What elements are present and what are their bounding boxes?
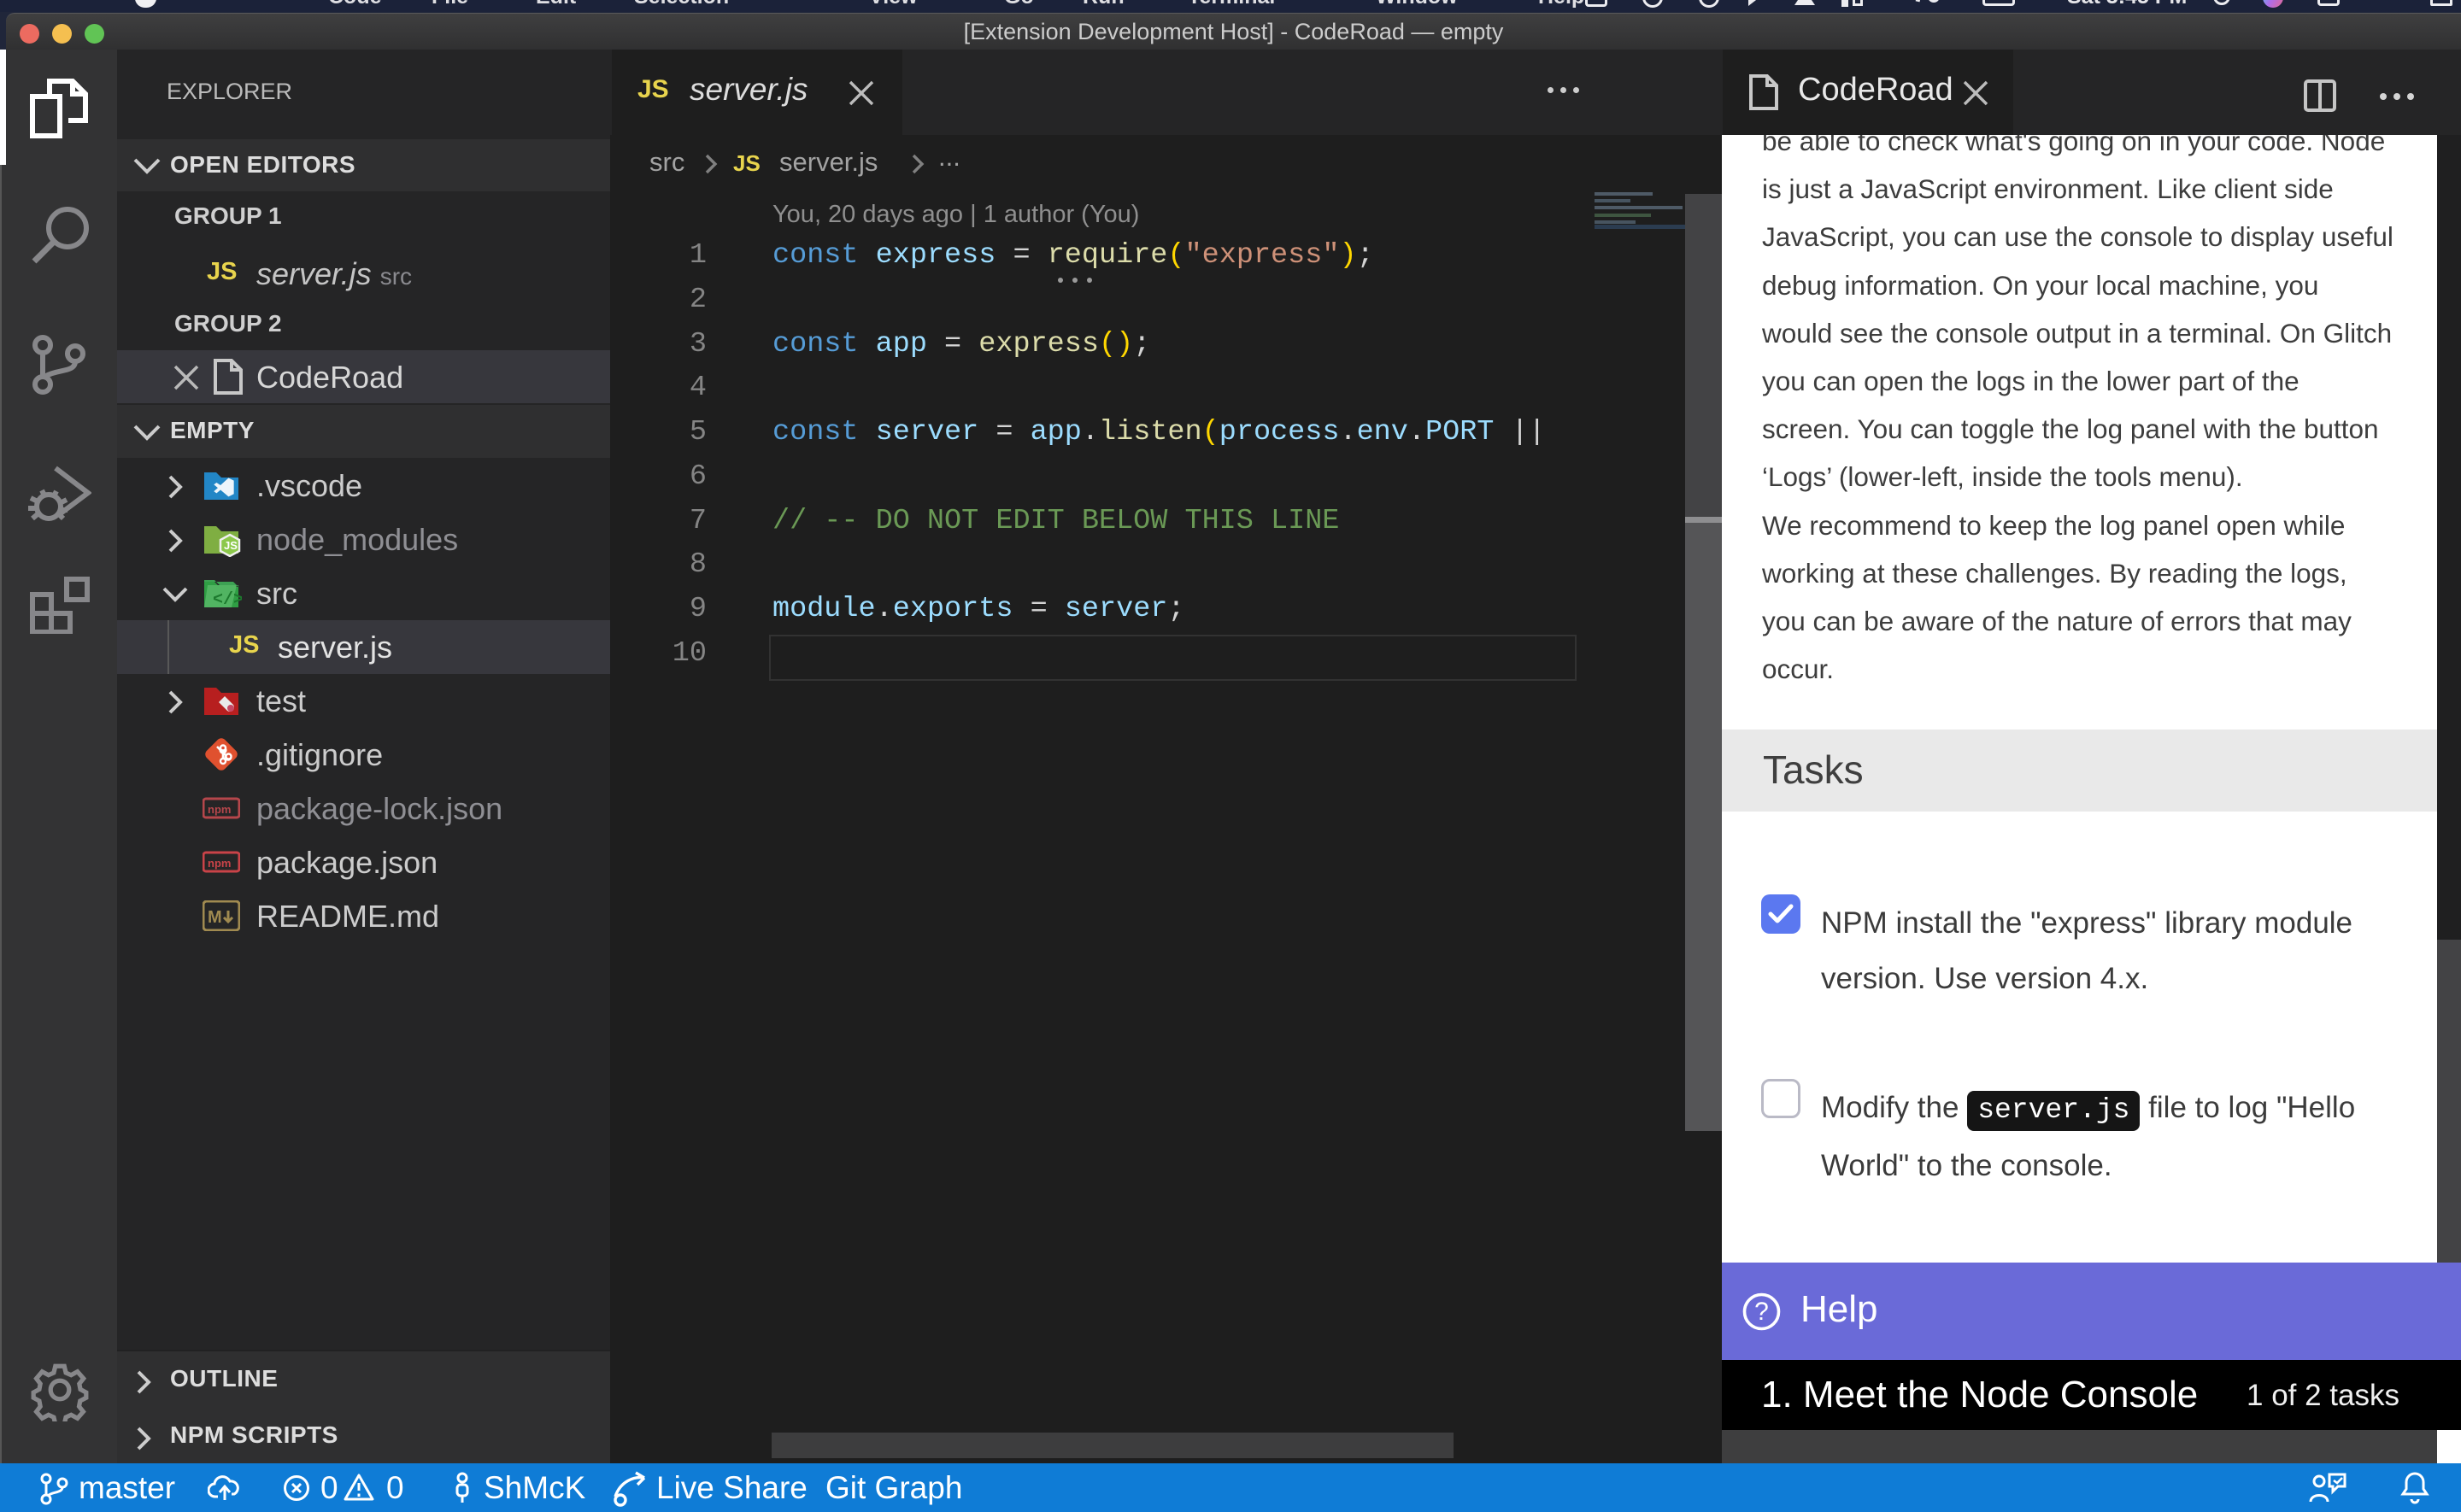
svg-text:?: ? bbox=[1754, 1298, 1769, 1326]
svg-text:</>: </> bbox=[213, 590, 242, 610]
svg-text:npm: npm bbox=[208, 857, 231, 870]
svg-text:npm: npm bbox=[208, 803, 231, 816]
svg-text:JS: JS bbox=[224, 539, 238, 552]
svg-text:M: M bbox=[208, 908, 222, 927]
